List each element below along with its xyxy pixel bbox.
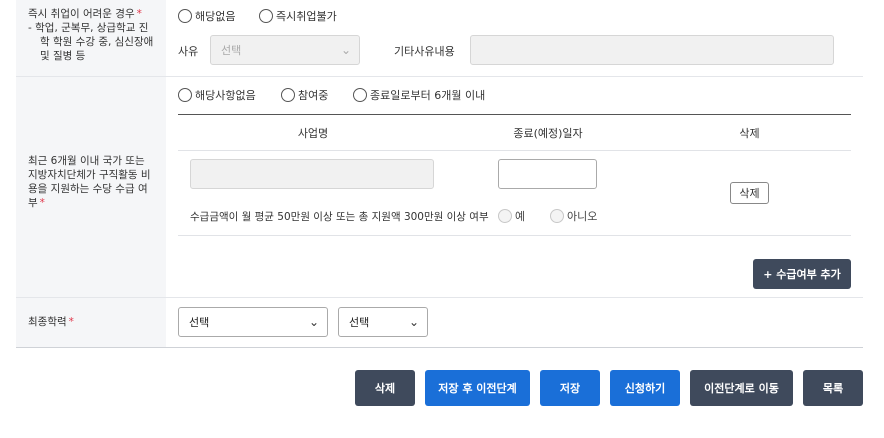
education-label: 최종학력 *: [28, 316, 74, 328]
table-header-delete: 삭제: [739, 126, 760, 140]
section2-label-line: 부 *: [28, 197, 45, 209]
radio-yes[interactable]: 예: [498, 208, 525, 224]
section1-title: 즉시 취업이 어려운 경우 *: [28, 8, 142, 20]
section1-detail-line: - 학업, 군복무, 상급학교 진: [28, 22, 149, 34]
education-select[interactable]: 선택 ⌄: [178, 307, 328, 337]
chevron-down-icon: ⌄: [340, 43, 351, 57]
support-amount-question: 수급금액이 월 평균 50만원 이상 또는 총 지원액 300만원 이상 여부: [190, 211, 489, 223]
radio-label: 해당사항없음: [195, 89, 256, 102]
chevron-down-icon: ⌄: [308, 315, 319, 329]
education-status-select[interactable]: 선택 ⌄: [338, 307, 428, 337]
education-status-select-value: 선택: [349, 316, 370, 329]
chevron-down-icon: ⌄: [408, 315, 419, 329]
section2-label-line: 용을 지원하는 수당 수급 여: [28, 183, 148, 195]
radio-circle-icon: [178, 88, 192, 102]
radio-not-applicable[interactable]: 해당사항없음: [178, 87, 256, 103]
list-button[interactable]: 목록: [803, 370, 863, 406]
business-name-input[interactable]: [190, 159, 434, 189]
radio-no[interactable]: 아니오: [550, 208, 597, 224]
radio-label: 참여중: [298, 89, 329, 102]
radio-unavailable[interactable]: 즉시취업불가: [259, 8, 337, 24]
section1-detail-line: 및 질병 등: [40, 50, 86, 62]
save-and-prev-button[interactable]: 저장 후 이전단계: [425, 370, 530, 406]
add-support-button[interactable]: + 수급여부 추가: [753, 259, 851, 289]
section3-label-cell: 최종학력 *: [16, 298, 166, 347]
radio-circle-icon: [498, 209, 512, 223]
section2-label-cell: 최근 6개월 이내 국가 또는 지방자치단체가 구직활동 비 용을 지원하는 수…: [16, 77, 166, 297]
go-previous-button[interactable]: 이전단계로 이동: [690, 370, 793, 406]
section2-label-line: 지방자치단체가 구직활동 비: [28, 169, 151, 181]
table-row-border: [178, 235, 851, 236]
radio-participating[interactable]: 참여중: [281, 87, 328, 103]
divider: [16, 347, 863, 348]
radio-circle-icon: [281, 88, 295, 102]
section1-label-cell: 즉시 취업이 어려운 경우 * - 학업, 군복무, 상급학교 진 학 학원 수강…: [16, 0, 166, 76]
table-header-border: [178, 150, 851, 151]
submit-button[interactable]: 신청하기: [610, 370, 680, 406]
reason-label: 사유: [178, 45, 199, 58]
section2-label-line: 최근 6개월 이내 국가 또는: [28, 155, 145, 167]
other-reason-input[interactable]: [470, 35, 834, 65]
radio-label: 해당없음: [195, 10, 236, 23]
radio-circle-icon: [259, 9, 273, 23]
reason-select-value: 선택: [221, 44, 242, 57]
save-button[interactable]: 저장: [540, 370, 600, 406]
table-header-end-date: 종료(예정)일자: [513, 126, 583, 140]
radio-circle-icon: [550, 209, 564, 223]
other-reason-label: 기타사유내용: [394, 45, 455, 58]
reason-select[interactable]: 선택 ⌄: [210, 35, 360, 65]
radio-within-6-months[interactable]: 종료일로부터 6개월 이내: [353, 87, 485, 103]
radio-label: 예: [515, 210, 526, 223]
end-date-input[interactable]: [498, 159, 597, 189]
radio-none[interactable]: 해당없음: [178, 8, 235, 24]
radio-label: 즉시취업불가: [276, 10, 337, 23]
radio-circle-icon: [178, 9, 192, 23]
radio-label: 종료일로부터 6개월 이내: [370, 89, 486, 102]
table-header-business-name: 사업명: [297, 126, 329, 140]
radio-circle-icon: [353, 88, 367, 102]
radio-label: 아니오: [567, 210, 598, 223]
education-select-value: 선택: [189, 316, 210, 329]
delete-button[interactable]: 삭제: [355, 370, 415, 406]
section1-detail-line: 학 학원 수강 중, 심신장애: [40, 36, 154, 48]
row-delete-button[interactable]: 삭제: [730, 182, 769, 204]
